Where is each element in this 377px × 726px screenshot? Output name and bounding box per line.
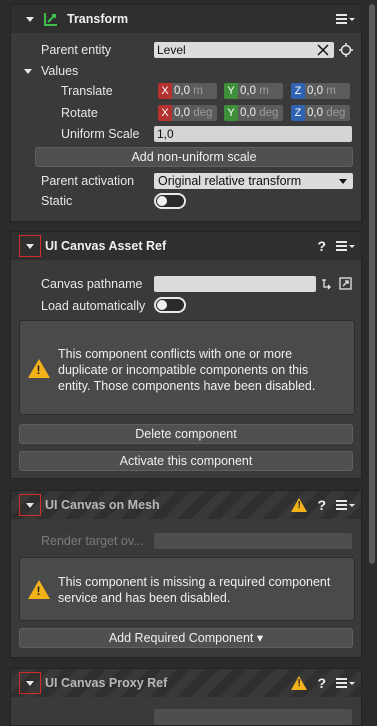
rotate-x[interactable]: X 0,0 deg xyxy=(158,105,217,121)
vertical-scrollbar[interactable] xyxy=(369,0,375,726)
render-target-label: Render target ov... xyxy=(41,534,144,548)
activate-component-button[interactable]: Activate this component xyxy=(19,451,353,471)
component-menu-icon[interactable] xyxy=(336,678,355,688)
chevron-down-icon xyxy=(339,179,347,184)
scrollbar-thumb[interactable] xyxy=(369,4,375,564)
transform-icon xyxy=(44,13,57,26)
entity-picker-icon[interactable] xyxy=(339,43,353,57)
transform-component-card: Transform Parent entity Level Values Tra… xyxy=(10,4,362,222)
ui-canvas-on-mesh-header: UI Canvas on Mesh ? xyxy=(11,491,361,519)
ui-canvas-on-mesh-card: UI Canvas on Mesh ? Render target ov... … xyxy=(10,490,362,658)
canvas-pathname-label: Canvas pathname xyxy=(41,277,143,291)
load-automatically-toggle[interactable] xyxy=(154,297,186,313)
component-menu-icon[interactable] xyxy=(336,241,355,251)
warning-icon xyxy=(28,580,50,599)
ui-canvas-proxy-ref-header: UI Canvas Proxy Ref ? xyxy=(11,669,361,697)
uniform-scale-label: Uniform Scale xyxy=(61,127,140,141)
ui-canvas-asset-ref-collapse-toggle[interactable] xyxy=(19,235,41,257)
add-nonuniform-scale-button[interactable]: Add non-uniform scale xyxy=(35,147,353,167)
browse-icon[interactable] xyxy=(320,278,332,290)
clear-icon[interactable] xyxy=(317,44,329,56)
help-icon[interactable]: ? xyxy=(317,675,326,691)
ui-canvas-asset-ref-card: UI Canvas Asset Ref ? Canvas pathname Lo… xyxy=(10,231,362,479)
parent-entity-field[interactable]: Level xyxy=(154,42,334,58)
component-menu-icon[interactable] xyxy=(336,14,355,24)
chevron-down-icon xyxy=(26,502,34,508)
parent-activation-dropdown[interactable]: Original relative transform xyxy=(154,173,353,189)
proxy-field-partial xyxy=(154,709,352,725)
ui-canvas-proxy-ref-collapse-toggle[interactable] xyxy=(19,672,41,694)
parent-entity-label: Parent entity xyxy=(41,43,112,57)
ui-canvas-proxy-ref-title: UI Canvas Proxy Ref xyxy=(45,676,168,690)
values-expand-icon[interactable] xyxy=(24,69,32,74)
rotate-z[interactable]: Z 0,0 deg xyxy=(291,105,350,121)
help-icon[interactable]: ? xyxy=(317,497,326,513)
ui-canvas-on-mesh-title: UI Canvas on Mesh xyxy=(45,498,160,512)
missing-service-warning-text: This component is missing a required com… xyxy=(58,575,331,605)
chevron-down-icon xyxy=(26,16,34,22)
add-required-component-button[interactable]: Add Required Component ▾ xyxy=(19,628,353,648)
component-menu-icon[interactable] xyxy=(336,500,355,510)
render-target-field xyxy=(154,533,352,549)
warning-icon xyxy=(291,498,308,512)
canvas-pathname-field[interactable] xyxy=(154,276,316,292)
ui-canvas-asset-ref-header: UI Canvas Asset Ref ? xyxy=(11,232,361,260)
ui-canvas-proxy-ref-card: UI Canvas Proxy Ref ? xyxy=(10,668,362,726)
translate-z[interactable]: Z 0,0 m xyxy=(291,83,350,99)
warning-icon xyxy=(291,676,308,690)
static-label: Static xyxy=(41,194,73,208)
uniform-scale-field[interactable]: 1,0 xyxy=(154,126,352,142)
transform-header: Transform xyxy=(11,5,361,33)
rotate-y[interactable]: Y 0,0 deg xyxy=(224,105,283,121)
values-label: Values xyxy=(41,64,79,78)
translate-y[interactable]: Y 0,0 m xyxy=(224,83,283,99)
chevron-down-icon xyxy=(26,680,34,686)
chevron-down-icon xyxy=(26,243,34,249)
delete-component-button[interactable]: Delete component xyxy=(19,424,353,444)
help-icon[interactable]: ? xyxy=(317,238,326,254)
conflict-warning-box: This component conflicts with one or mor… xyxy=(19,320,355,415)
static-toggle[interactable] xyxy=(154,193,186,209)
load-automatically-label: Load automatically xyxy=(41,299,146,313)
missing-service-warning-box: This component is missing a required com… xyxy=(19,557,355,621)
ui-canvas-on-mesh-collapse-toggle[interactable] xyxy=(19,494,41,516)
translate-label: Translate xyxy=(61,84,113,98)
ui-canvas-asset-ref-title: UI Canvas Asset Ref xyxy=(45,239,167,253)
conflict-warning-text: This component conflicts with one or mor… xyxy=(58,347,316,393)
rotate-label: Rotate xyxy=(61,106,98,120)
transform-collapse-toggle[interactable] xyxy=(19,8,41,30)
translate-x[interactable]: X 0,0 m xyxy=(158,83,217,99)
open-in-editor-icon[interactable] xyxy=(339,277,352,290)
warning-icon xyxy=(28,359,50,378)
parent-activation-label: Parent activation xyxy=(41,174,135,188)
transform-title: Transform xyxy=(67,12,129,26)
